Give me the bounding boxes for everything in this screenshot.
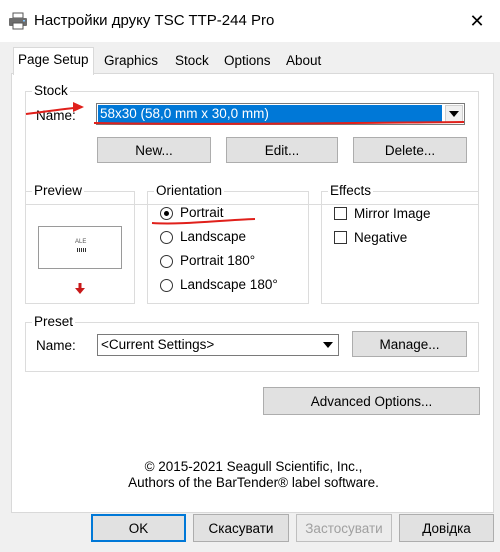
negative-label: Negative xyxy=(354,230,408,245)
mirror-image-label: Mirror Image xyxy=(354,206,431,221)
effects-group-label: Effects xyxy=(328,183,374,199)
chevron-down-icon[interactable] xyxy=(319,336,337,354)
landscape-label: Landscape xyxy=(180,229,247,244)
help-button[interactable]: Довідка xyxy=(399,514,494,542)
tab-options[interactable]: Options xyxy=(220,50,275,72)
tab-about[interactable]: About xyxy=(282,50,325,72)
tab-stock[interactable]: Stock xyxy=(171,50,213,72)
landscape-180-label: Landscape 180° xyxy=(180,277,278,292)
orientation-group-label: Orientation xyxy=(154,183,225,199)
portrait-label: Portrait xyxy=(180,205,224,220)
preview-sample-text: ALE xyxy=(75,239,87,245)
new-stock-button[interactable]: New... xyxy=(97,137,211,163)
cancel-button[interactable]: Скасувати xyxy=(193,514,289,542)
printer-icon xyxy=(9,12,27,30)
negative-checkbox[interactable] xyxy=(334,231,347,244)
preset-name-combo[interactable]: <Current Settings> xyxy=(97,334,339,356)
tab-graphics[interactable]: Graphics xyxy=(100,50,162,72)
advanced-options-button[interactable]: Advanced Options... xyxy=(263,387,480,415)
dialog-client: Page Setup Graphics Stock Options About … xyxy=(0,42,500,552)
barcode-icon xyxy=(77,248,87,252)
stock-group-label: Stock xyxy=(32,83,70,99)
tab-page-setup[interactable]: Page Setup xyxy=(13,47,94,75)
landscape-radio[interactable] xyxy=(160,231,173,244)
page-setup-panel: Stock Name: 58x30 (58,0 mm x 30,0 mm) Ne… xyxy=(11,73,494,513)
manage-presets-button[interactable]: Manage... xyxy=(352,331,467,357)
feed-direction-arrow-icon xyxy=(75,283,85,294)
title-bar: Настройки друку TSC TTP-244 Pro ✕ xyxy=(0,0,500,42)
close-icon[interactable]: ✕ xyxy=(454,0,500,42)
copyright-line-1: © 2015-2021 Seagull Scientific, Inc., xyxy=(144,459,363,474)
apply-button[interactable]: Застосувати xyxy=(296,514,392,542)
portrait-180-label: Portrait 180° xyxy=(180,253,256,268)
delete-stock-button[interactable]: Delete... xyxy=(353,137,467,163)
edit-stock-button[interactable]: Edit... xyxy=(226,137,338,163)
label-preview: ALE xyxy=(38,226,122,269)
portrait-180-radio[interactable] xyxy=(160,255,173,268)
stock-name-label: Name: xyxy=(36,108,76,123)
chevron-down-icon[interactable] xyxy=(445,105,463,123)
landscape-180-radio[interactable] xyxy=(160,279,173,292)
preset-name-label: Name: xyxy=(36,338,76,353)
portrait-radio[interactable] xyxy=(160,207,173,220)
ok-button[interactable]: OK xyxy=(91,514,186,542)
window-title: Настройки друку TSC TTP-244 Pro xyxy=(34,12,275,29)
copyright-line-2: Authors of the BarTender® label software… xyxy=(128,475,379,490)
preview-group-label: Preview xyxy=(32,183,85,199)
stock-name-combo[interactable]: 58x30 (58,0 mm x 30,0 mm) xyxy=(96,103,465,125)
preset-group-label: Preset xyxy=(32,314,76,330)
mirror-image-checkbox[interactable] xyxy=(334,207,347,220)
stock-name-value: 58x30 (58,0 mm x 30,0 mm) xyxy=(98,105,442,123)
preset-name-value: <Current Settings> xyxy=(101,337,215,352)
